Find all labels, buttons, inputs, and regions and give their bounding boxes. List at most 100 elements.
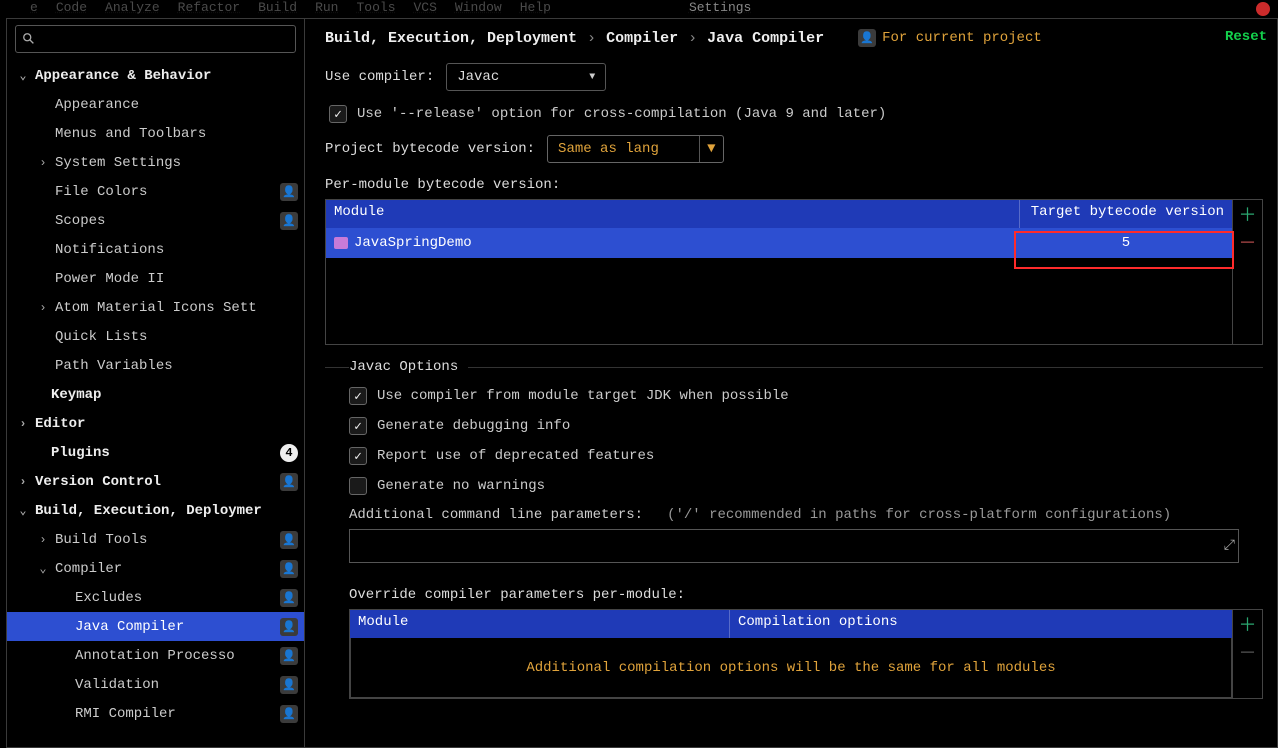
settings-content: Build, Execution, Deployment › Compiler …	[305, 19, 1277, 747]
override-placeholder: Additional compilation options will be t…	[350, 638, 1232, 698]
chevron-down-icon[interactable]: ▼	[699, 136, 723, 162]
sidebar-item[interactable]: Plugins4	[7, 438, 304, 467]
release-option-label: Use '--release' option for cross-compila…	[357, 106, 886, 122]
chevron-right-icon: ›	[35, 156, 51, 170]
chevron-right-icon: ›	[35, 533, 51, 547]
javac-opt1-checkbox[interactable]	[349, 387, 367, 405]
override-table: Module Compilation options Additional co…	[349, 609, 1233, 699]
breadcrumb: Build, Execution, Deployment › Compiler …	[325, 29, 1263, 47]
menu-item[interactable]: Code	[56, 0, 87, 15]
menu-item[interactable]: Refactor	[178, 0, 240, 15]
person-icon: 👤	[280, 531, 298, 549]
person-icon: 👤	[858, 29, 876, 47]
sidebar-item[interactable]: Notifications	[7, 235, 304, 264]
sidebar-item-label: Appearance	[55, 97, 298, 113]
sidebar-item[interactable]: Annotation Processo👤	[7, 641, 304, 670]
target-bytecode-cell[interactable]: 5	[1122, 235, 1130, 251]
reset-button[interactable]: Reset	[1225, 29, 1267, 45]
count-badge: 4	[280, 444, 298, 462]
column-header-module[interactable]: Module	[350, 610, 730, 638]
column-header-module[interactable]: Module	[326, 200, 1020, 228]
sidebar-item-label: Compiler	[55, 561, 280, 577]
main-menu-bar: e Code Analyze Refactor Build Run Tools …	[0, 0, 1278, 18]
sidebar-item-label: Power Mode II	[55, 271, 298, 287]
sidebar-item[interactable]: ›Atom Material Icons Sett	[7, 293, 304, 322]
sidebar-item[interactable]: › System Settings	[7, 148, 304, 177]
menu-item[interactable]: e	[30, 0, 38, 15]
sidebar-item[interactable]: Appearance	[7, 90, 304, 119]
javac-opt2-checkbox[interactable]	[349, 417, 367, 435]
sidebar-item[interactable]: Validation👤	[7, 670, 304, 699]
sidebar-item[interactable]: Menus and Toolbars	[7, 119, 304, 148]
sidebar-item[interactable]: ›Version Control👤	[7, 467, 304, 496]
sidebar-item[interactable]: Keymap	[7, 380, 304, 409]
remove-module-button[interactable]: －	[1233, 228, 1262, 256]
javac-opt3-label: Report use of deprecated features	[377, 448, 654, 464]
menu-item[interactable]: Tools	[356, 0, 395, 15]
sidebar-item[interactable]: ›Build Tools👤	[7, 525, 304, 554]
additional-params-input[interactable]: ⤢	[349, 529, 1239, 563]
table-row[interactable]: JavaSpringDemo 5	[326, 228, 1232, 258]
menu-item[interactable]: Build	[258, 0, 297, 15]
sidebar-item[interactable]: ⌄Build, Execution, Deploymer	[7, 496, 304, 525]
sidebar-item-label: System Settings	[55, 155, 298, 171]
additional-params-label: Additional command line parameters:	[349, 507, 643, 523]
sidebar-item-label: Path Variables	[55, 358, 298, 374]
sidebar-item[interactable]: File Colors👤	[7, 177, 304, 206]
menu-item[interactable]: Help	[520, 0, 551, 15]
per-module-table: Module Target bytecode version JavaSprin…	[325, 199, 1233, 345]
project-bytecode-value: Same as lang	[548, 141, 669, 157]
per-module-label: Per-module bytecode version:	[325, 177, 1263, 193]
chevron-down-icon: ▼	[589, 72, 595, 83]
javac-opt3-checkbox[interactable]	[349, 447, 367, 465]
search-input[interactable]	[15, 25, 296, 53]
sidebar-item[interactable]: Power Mode II	[7, 264, 304, 293]
use-compiler-value: Javac	[457, 69, 499, 85]
javac-opt1-label: Use compiler from module target JDK when…	[377, 388, 789, 404]
chevron-down-icon: ⌄	[15, 503, 31, 518]
sidebar-item[interactable]: Excludes👤	[7, 583, 304, 612]
add-module-button[interactable]: ＋	[1233, 200, 1262, 228]
breadcrumb-part: Build, Execution, Deployment	[325, 30, 577, 47]
chevron-right-icon: ›	[15, 475, 31, 489]
column-header-target[interactable]: Target bytecode version	[1020, 200, 1232, 228]
person-icon: 👤	[280, 183, 298, 201]
menu-item[interactable]: Window	[455, 0, 502, 15]
project-bytecode-select[interactable]: Same as lang ▼	[547, 135, 724, 163]
menu-item[interactable]: Run	[315, 0, 338, 15]
sidebar-item-label: Validation	[75, 677, 280, 693]
sidebar-item[interactable]: ⌄Compiler👤	[7, 554, 304, 583]
project-bytecode-label: Project bytecode version:	[325, 141, 535, 157]
sidebar-item-label: Atom Material Icons Sett	[55, 300, 298, 316]
sidebar-item[interactable]: RMI Compiler👤	[7, 699, 304, 728]
column-header-options[interactable]: Compilation options	[730, 610, 1232, 638]
sidebar-item[interactable]: › Editor	[7, 409, 304, 438]
sidebar-item[interactable]: ⌄Appearance & Behavior	[7, 61, 304, 90]
javac-opt2-label: Generate debugging info	[377, 418, 570, 434]
sidebar-item-label: Plugins	[51, 445, 280, 461]
sidebar-item[interactable]: Java Compiler👤	[7, 612, 304, 641]
javac-opt4-checkbox[interactable]	[349, 477, 367, 495]
chevron-right-icon: ›	[15, 417, 31, 431]
expand-icon[interactable]: ⤢	[1224, 538, 1232, 554]
sidebar-item-label: Editor	[35, 416, 298, 432]
release-option-checkbox[interactable]	[329, 105, 347, 123]
search-icon	[22, 32, 36, 46]
sidebar-item-label: Scopes	[55, 213, 280, 229]
window-close-icon[interactable]	[1256, 2, 1270, 16]
additional-params-hint: ('/' recommended in paths for cross-plat…	[667, 507, 1171, 523]
sidebar-item-label: Keymap	[51, 387, 298, 403]
sidebar-item-label: Annotation Processo	[75, 648, 280, 664]
menu-item[interactable]: Analyze	[105, 0, 160, 15]
javac-options-legend: Javac Options	[349, 359, 468, 375]
sidebar-item-label: RMI Compiler	[75, 706, 280, 722]
sidebar-item[interactable]: Quick Lists	[7, 322, 304, 351]
use-compiler-select[interactable]: Javac ▼	[446, 63, 606, 91]
add-override-button[interactable]: ＋	[1233, 610, 1262, 638]
sidebar-item-label: Excludes	[75, 590, 280, 606]
sidebar-item-label: Notifications	[55, 242, 298, 258]
sidebar-item[interactable]: Scopes👤	[7, 206, 304, 235]
use-compiler-label: Use compiler:	[325, 69, 434, 85]
menu-item[interactable]: VCS	[414, 0, 437, 15]
sidebar-item[interactable]: Path Variables	[7, 351, 304, 380]
